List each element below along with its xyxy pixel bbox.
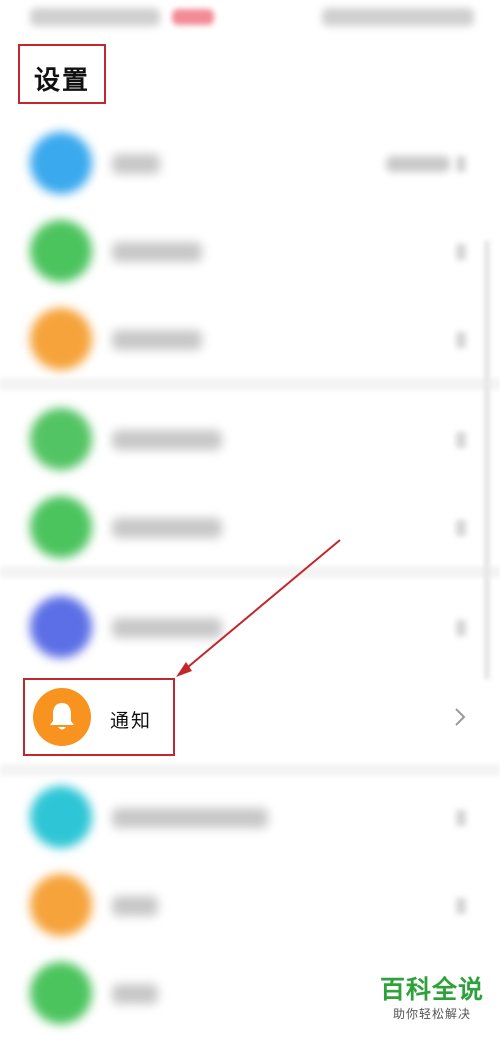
blurred-green-icon xyxy=(30,220,92,282)
blurred-label xyxy=(112,154,160,174)
chevron-right-icon xyxy=(456,332,466,348)
chevron-right-icon xyxy=(456,810,466,826)
blurred-label xyxy=(112,430,222,450)
blurred-label xyxy=(112,330,202,350)
blurred-label xyxy=(112,984,158,1004)
bell-icon-glyph xyxy=(50,703,74,730)
blurred-green-icon xyxy=(30,962,92,1024)
settings-item-5[interactable] xyxy=(0,484,500,572)
chevron-right-icon xyxy=(456,156,466,172)
blurred-green-icon xyxy=(30,408,92,470)
blurred-label xyxy=(112,618,222,638)
status-right-blur xyxy=(322,8,474,26)
settings-screen: 设置 通知 百科全说 助你轻松解决 xyxy=(0,0,500,1039)
chevron-right-icon xyxy=(456,520,466,536)
settings-item-3[interactable] xyxy=(0,296,500,384)
settings-item-1[interactable] xyxy=(0,120,500,208)
blurred-label xyxy=(112,808,268,828)
watermark-subtitle: 助你轻松解决 xyxy=(392,1007,471,1021)
page-title: 设置 xyxy=(34,66,91,96)
blurred-green-icon xyxy=(30,496,92,558)
status-red-badge xyxy=(172,9,214,25)
settings-item-7[interactable] xyxy=(0,774,500,862)
blurred-indigo-icon xyxy=(30,596,92,658)
settings-item-8[interactable] xyxy=(0,862,500,950)
section-divider xyxy=(0,378,500,390)
blurred-blue-icon xyxy=(30,132,92,194)
blurred-teal-icon xyxy=(30,786,92,848)
scrollbar[interactable] xyxy=(484,240,490,680)
chevron-right-icon xyxy=(456,244,466,260)
blurred-label xyxy=(112,896,158,916)
status-left-blur xyxy=(30,8,160,26)
blurred-orange-icon xyxy=(30,874,92,936)
chevron-right-icon xyxy=(456,898,466,914)
blurred-orange-icon xyxy=(30,308,92,370)
bell-icon xyxy=(33,688,91,746)
status-bar xyxy=(0,0,500,36)
notification-label: 通知 xyxy=(110,710,153,732)
chevron-right-icon xyxy=(456,620,466,636)
chevron-right-icon xyxy=(456,432,466,448)
settings-item-4[interactable] xyxy=(0,396,500,484)
settings-item-6[interactable] xyxy=(0,584,500,672)
watermark-title: 百科全说 xyxy=(379,975,484,1004)
settings-item-notifications[interactable]: 通知 xyxy=(0,672,500,762)
blurred-value xyxy=(386,156,450,172)
blurred-label xyxy=(112,518,222,538)
section-divider xyxy=(0,566,500,578)
chevron-right-icon xyxy=(455,708,466,726)
blurred-label xyxy=(112,242,202,262)
watermark: 百科全说 助你轻松解决 xyxy=(372,975,492,1023)
settings-item-2[interactable] xyxy=(0,208,500,296)
header: 设置 xyxy=(0,36,500,122)
